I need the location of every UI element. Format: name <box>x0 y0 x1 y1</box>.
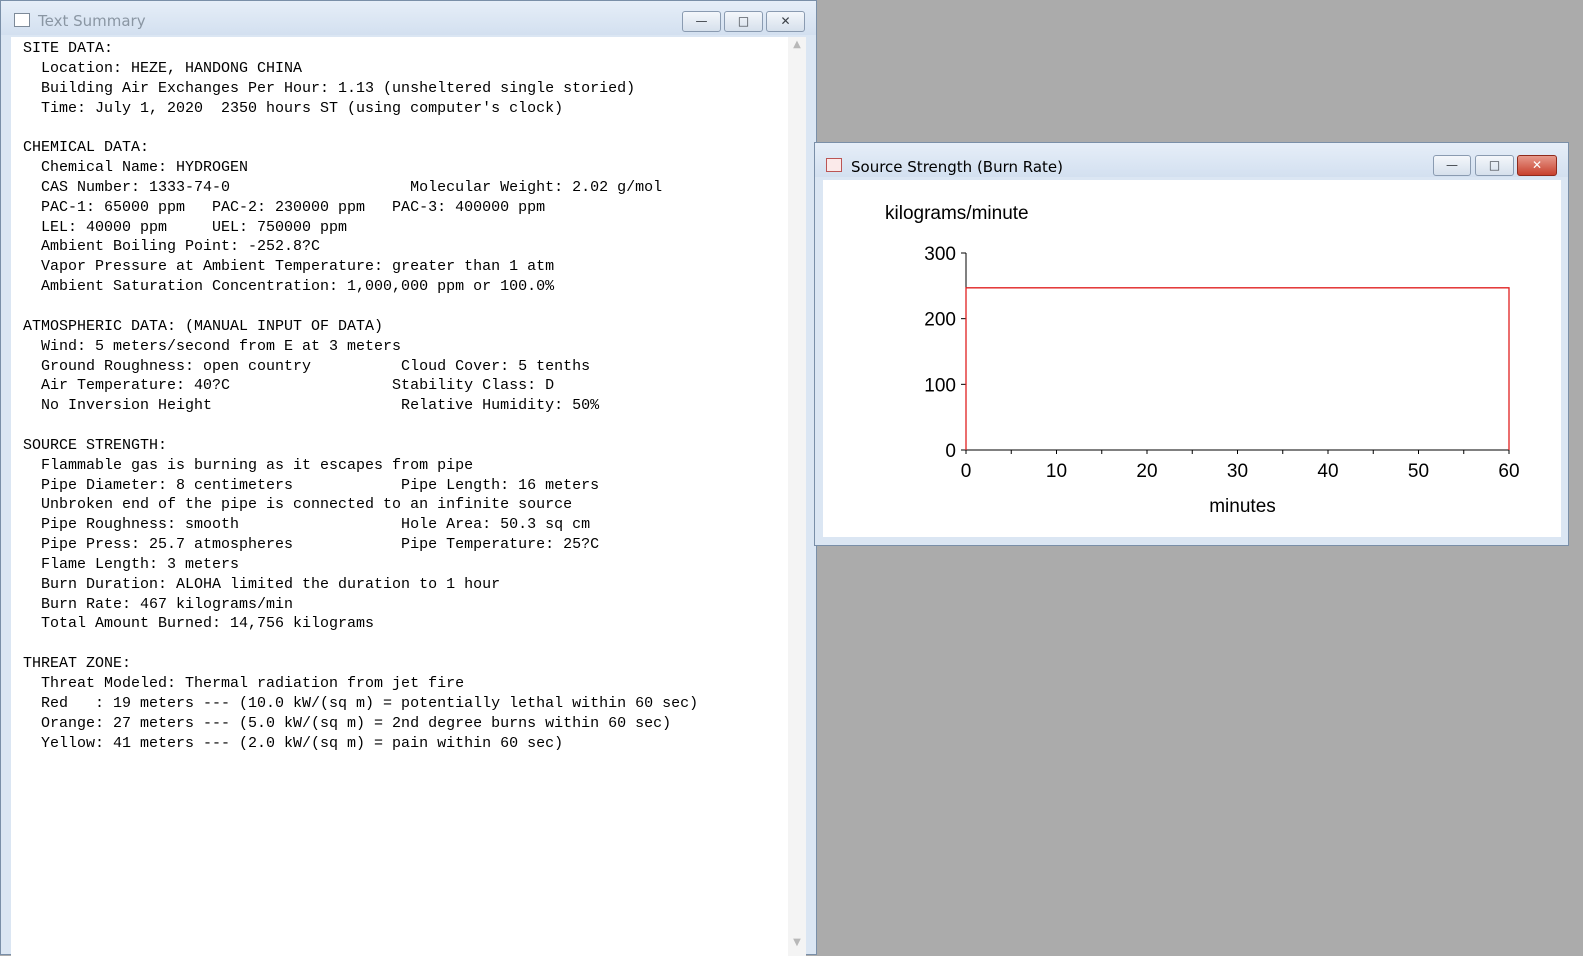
text-summary-window: Text Summary — □ ✕ SITE DATA: Location: … <box>0 0 817 956</box>
close-button[interactable]: ✕ <box>766 11 805 32</box>
y-tick-label: 0 <box>945 441 956 462</box>
source-strength-window: Source Strength (Burn Rate) — □ ✕ 0 100 20… <box>814 142 1569 546</box>
y-tick-label: 200 <box>924 310 956 331</box>
summary-text: SITE DATA: Location: HEZE, HANDONG CHINA… <box>23 40 699 752</box>
x-tick-label: 60 <box>1498 461 1519 482</box>
x-tick-label: 0 <box>961 461 972 482</box>
burn-rate-chart: 0 100 200 300 0 10 20 30 40 50 60 kilograms/minute m… <box>885 203 1520 517</box>
chart-window-icon <box>826 158 842 172</box>
minimize-button[interactable]: — <box>1433 155 1471 176</box>
chart-pane: 0 100 200 300 0 10 20 30 40 50 60 kilograms/minute m… <box>823 180 1561 537</box>
x-tick-label: 10 <box>1046 461 1067 482</box>
y-axis-label: kilograms/minute <box>885 203 1029 224</box>
summary-text-pane[interactable]: SITE DATA: Location: HEZE, HANDONG CHINA… <box>11 37 806 956</box>
text-summary-title: Text Summary <box>38 12 146 30</box>
maximize-button[interactable]: □ <box>724 11 763 32</box>
close-button[interactable]: ✕ <box>1517 155 1557 176</box>
source-strength-title: Source Strength (Burn Rate) <box>851 158 1064 176</box>
x-axis-label: minutes <box>1209 496 1276 517</box>
source-strength-titlebar[interactable]: Source Strength (Burn Rate) — □ ✕ <box>815 143 1568 177</box>
x-tick-label: 40 <box>1317 461 1338 482</box>
burn-rate-series-line <box>965 287 1510 450</box>
x-tick-label: 20 <box>1136 461 1157 482</box>
x-tick-label: 30 <box>1227 461 1248 482</box>
y-tick-label: 100 <box>924 375 956 396</box>
text-summary-titlebar[interactable]: Text Summary — □ ✕ <box>1 1 816 35</box>
scroll-up-icon[interactable]: ▲ <box>791 39 803 50</box>
maximize-button[interactable]: □ <box>1475 155 1514 176</box>
x-tick-label: 50 <box>1408 461 1429 482</box>
vertical-scrollbar[interactable]: ▲ ▼ <box>788 37 806 956</box>
y-tick-label: 300 <box>924 244 956 265</box>
app-window-icon <box>14 13 30 27</box>
scroll-down-icon[interactable]: ▼ <box>791 937 803 948</box>
minimize-button[interactable]: — <box>682 11 721 32</box>
